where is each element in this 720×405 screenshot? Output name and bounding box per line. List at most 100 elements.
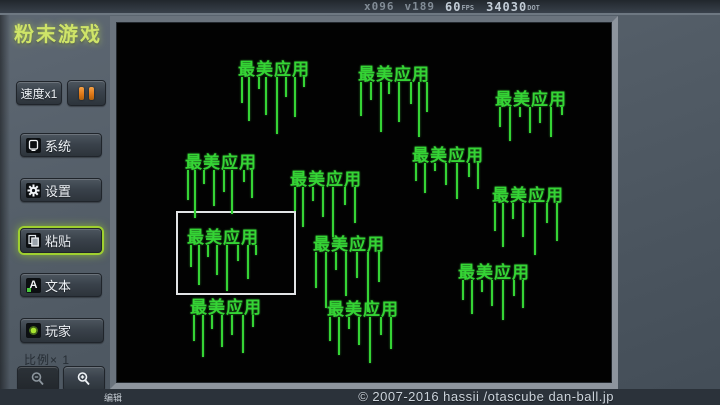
powder-text-stamp: 最美应用 bbox=[313, 236, 385, 254]
powder-drip bbox=[354, 187, 356, 223]
player-dot-icon bbox=[26, 323, 41, 338]
powder-drip bbox=[356, 252, 358, 278]
sidebar-item-settings[interactable]: 设置 bbox=[20, 178, 102, 202]
powder-text-stamp: 最美应用 bbox=[290, 171, 362, 189]
copyright-text: © 2007-2016 hassii /otascube dan-ball.jp bbox=[358, 389, 614, 404]
dot-value: 34030 bbox=[486, 0, 527, 14]
powder-drip bbox=[251, 170, 253, 198]
copy-pages-icon bbox=[26, 233, 41, 248]
powder-drip bbox=[207, 245, 209, 257]
powder-drip bbox=[477, 163, 479, 189]
powder-drip bbox=[315, 252, 317, 288]
powder-drip bbox=[223, 170, 225, 192]
edit-label: 编辑 bbox=[104, 391, 122, 404]
powder-drip bbox=[434, 163, 436, 171]
powder-drip bbox=[303, 77, 305, 87]
powder-drip bbox=[556, 203, 558, 241]
powder-stage[interactable]: 最美应用最美应用最美应用最美应用最美应用最美应用最美应用最美应用最美应用最美应用… bbox=[116, 22, 612, 383]
powder-drip bbox=[418, 82, 420, 137]
powder-drip bbox=[241, 77, 243, 103]
powder-drip bbox=[329, 317, 331, 341]
powder-drip bbox=[378, 252, 380, 282]
powder-drip bbox=[512, 203, 514, 219]
powder-drip bbox=[258, 77, 260, 89]
sidebar-item-paste[interactable]: 粘贴 bbox=[20, 228, 102, 253]
powder-drip bbox=[388, 82, 390, 94]
cursor-x-readout: x096 bbox=[364, 0, 395, 13]
powder-drip bbox=[519, 107, 521, 117]
gear-icon bbox=[26, 183, 41, 198]
paste-selection-rect[interactable] bbox=[176, 211, 296, 295]
powder-drip bbox=[522, 280, 524, 308]
powder-drip bbox=[522, 203, 524, 237]
powder-drip bbox=[398, 82, 400, 122]
powder-drip bbox=[426, 82, 428, 112]
powder-drip bbox=[502, 203, 504, 247]
powder-drip bbox=[276, 77, 278, 134]
powder-drip bbox=[265, 77, 267, 115]
powder-drip bbox=[332, 187, 334, 237]
sidebar-item-system[interactable]: 系统 bbox=[20, 133, 102, 157]
powder-drip bbox=[312, 187, 314, 201]
powder-drip bbox=[187, 170, 189, 200]
speed-button[interactable]: 速度x1 bbox=[16, 81, 62, 105]
powder-drip bbox=[302, 187, 304, 227]
powder-drip bbox=[294, 77, 296, 117]
powder-drip bbox=[190, 245, 192, 267]
powder-drip bbox=[494, 203, 496, 231]
powder-drip bbox=[335, 252, 337, 270]
powder-drip bbox=[344, 187, 346, 205]
game-canvas[interactable]: 最美应用最美应用最美应用最美应用最美应用最美应用最美应用最美应用最美应用最美应用… bbox=[110, 16, 618, 389]
dot-unit: DOT bbox=[527, 4, 540, 13]
powder-text-stamp: 最美应用 bbox=[412, 147, 484, 165]
powder-drip bbox=[380, 82, 382, 132]
powder-drip bbox=[471, 280, 473, 314]
magnifier-minus-icon bbox=[30, 371, 46, 387]
powder-drip bbox=[456, 163, 458, 199]
powder-drip bbox=[380, 317, 382, 335]
sidebar-item-label: 玩家 bbox=[45, 321, 71, 340]
powder-drip bbox=[491, 280, 493, 306]
powder-drip bbox=[248, 77, 250, 121]
pause-button[interactable] bbox=[67, 80, 106, 106]
powder-drip bbox=[345, 252, 347, 296]
powder-drip bbox=[502, 280, 504, 320]
sidebar-item-player[interactable]: 玩家 bbox=[20, 318, 104, 343]
status-readouts: x096 v189 60 FPS 34030 DOT bbox=[364, 0, 552, 13]
powder-drip bbox=[539, 107, 541, 123]
powder-drip bbox=[534, 203, 536, 255]
powder-drip bbox=[243, 170, 245, 182]
cursor-y-readout: v189 bbox=[405, 0, 436, 13]
powder-drip bbox=[550, 107, 552, 137]
powder-drip bbox=[255, 245, 257, 255]
sidebar-item-label: 文本 bbox=[45, 276, 71, 295]
powder-drip bbox=[203, 170, 205, 184]
fps-unit: FPS bbox=[461, 4, 474, 13]
powder-drip bbox=[410, 82, 412, 104]
powder-drip bbox=[462, 280, 464, 300]
page-title: 粉末游戏 bbox=[14, 18, 102, 47]
powder-drip bbox=[231, 170, 233, 214]
powder-drip bbox=[348, 317, 350, 329]
powder-drip bbox=[415, 163, 417, 181]
powder-drip bbox=[468, 163, 470, 177]
powder-drip bbox=[561, 107, 563, 115]
powder-drip bbox=[294, 187, 296, 211]
powder-drip bbox=[211, 315, 213, 329]
powder-drip bbox=[247, 245, 249, 279]
sidebar-item-label: 粘贴 bbox=[45, 231, 71, 250]
powder-drip bbox=[546, 203, 548, 223]
pause-icon bbox=[89, 87, 94, 100]
powder-drip bbox=[221, 315, 223, 347]
powder-drip bbox=[529, 107, 531, 133]
powder-drip bbox=[231, 315, 233, 335]
powder-drip bbox=[390, 317, 392, 349]
powder-drip bbox=[226, 245, 228, 291]
left-edge-shadow bbox=[0, 0, 10, 405]
powder-drip bbox=[198, 245, 200, 285]
pause-icon bbox=[79, 87, 84, 100]
powder-text-stamp: 最美应用 bbox=[458, 264, 530, 282]
speed-button-label: 速度x1 bbox=[21, 85, 58, 102]
status-bar: x096 v189 60 FPS 34030 DOT bbox=[0, 0, 720, 15]
sidebar-item-text[interactable]: A 文本 bbox=[20, 273, 102, 297]
